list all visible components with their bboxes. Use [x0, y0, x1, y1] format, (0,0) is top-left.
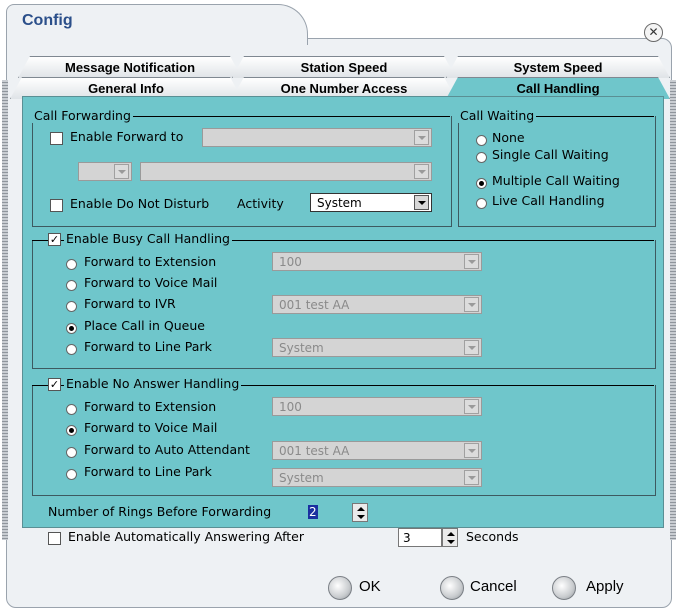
activity-label: Activity — [237, 196, 284, 211]
enable-forward-checkbox[interactable] — [50, 132, 63, 145]
radio-na-voicemail[interactable] — [66, 425, 77, 436]
no-answer-title: Enable No Answer Handling — [64, 376, 242, 391]
cw-live-label: Live Call Handling — [492, 193, 605, 208]
call-waiting-title: Call Waiting — [458, 108, 537, 123]
tab-system-speed[interactable]: System Speed — [446, 56, 670, 78]
cw-none-label: None — [492, 130, 525, 145]
radio-na-linepark[interactable] — [66, 469, 77, 480]
radio-cw-live[interactable] — [476, 198, 487, 209]
dnd-label: Enable Do Not Disturb — [70, 196, 210, 211]
forward-type-select[interactable] — [78, 162, 132, 181]
radio-busy-linepark[interactable] — [66, 344, 77, 355]
cancel-button-icon — [440, 576, 464, 600]
chevron-down-icon — [114, 164, 129, 179]
tab-message-notification[interactable]: Message Notification — [18, 56, 242, 78]
busy-ivr-select[interactable]: 001 test AA — [272, 295, 482, 314]
no-answer-checkbox[interactable]: ✓ — [48, 378, 61, 391]
forward-to-select[interactable] — [202, 128, 432, 147]
left-rail — [2, 80, 8, 540]
radio-na-auto-attendant[interactable] — [66, 447, 77, 458]
ok-button-icon — [328, 576, 352, 600]
chevron-down-icon — [414, 195, 429, 210]
dnd-checkbox[interactable] — [50, 199, 63, 212]
enable-forward-label: Enable Forward to — [70, 129, 184, 144]
call-waiting-group — [458, 116, 656, 227]
chevron-down-icon — [414, 164, 429, 179]
busy-linepark-label: Forward to Line Park — [84, 339, 212, 354]
radio-cw-none[interactable] — [476, 135, 487, 146]
rings-spinner[interactable] — [352, 503, 368, 522]
apply-button-icon — [552, 576, 576, 600]
chevron-down-icon — [464, 340, 479, 355]
na-linepark-select[interactable]: System — [272, 468, 482, 487]
na-extension-select[interactable]: 100 — [272, 397, 482, 416]
na-extension-label: Forward to Extension — [84, 399, 217, 414]
chevron-down-icon — [464, 254, 479, 269]
chevron-down-icon — [464, 297, 479, 312]
chevron-down-icon — [464, 470, 479, 485]
rings-value: 2 — [308, 505, 318, 519]
chevron-down-icon — [464, 399, 479, 414]
cw-single-label: Single Call Waiting — [492, 147, 609, 162]
radio-busy-extension[interactable] — [66, 259, 77, 270]
config-window: Config ✕ Message Notification Station Sp… — [0, 0, 678, 613]
na-auto-attendant-select[interactable]: 001 test AA — [272, 441, 482, 460]
radio-cw-single[interactable] — [476, 152, 487, 163]
close-icon[interactable]: ✕ — [644, 23, 663, 42]
radio-cw-multiple[interactable] — [476, 178, 487, 189]
forward-destination-select[interactable] — [140, 162, 432, 181]
na-voicemail-label: Forward to Voice Mail — [84, 420, 218, 435]
auto-answer-label: Enable Automatically Answering After — [68, 529, 304, 544]
radio-busy-ivr[interactable] — [66, 301, 77, 312]
tab-station-speed[interactable]: Station Speed — [232, 56, 456, 78]
busy-extension-select[interactable]: 100 — [272, 252, 482, 271]
window-title: Config — [22, 12, 73, 29]
busy-ivr-label: Forward to IVR — [84, 296, 176, 311]
rings-value-field[interactable]: 2 — [304, 503, 344, 522]
radio-busy-voicemail[interactable] — [66, 280, 77, 291]
activity-select[interactable]: System — [310, 193, 432, 212]
chevron-down-icon — [414, 130, 429, 145]
radio-busy-queue[interactable] — [66, 323, 77, 334]
auto-answer-spinner[interactable] — [442, 528, 458, 547]
right-rail — [670, 80, 676, 540]
busy-queue-label: Place Call in Queue — [84, 318, 205, 333]
chevron-down-icon — [464, 443, 479, 458]
radio-na-extension[interactable] — [66, 404, 77, 415]
busy-handling-checkbox[interactable]: ✓ — [48, 233, 61, 246]
busy-extension-label: Forward to Extension — [84, 254, 217, 269]
auto-answer-seconds-field[interactable]: 3 — [398, 528, 442, 547]
na-auto-attendant-label: Forward to Auto Attendant — [84, 442, 250, 457]
auto-answer-checkbox[interactable] — [48, 532, 61, 545]
call-forwarding-title: Call Forwarding — [32, 108, 133, 123]
seconds-label: Seconds — [466, 529, 519, 544]
busy-handling-title: Enable Busy Call Handling — [64, 231, 232, 246]
rings-label: Number of Rings Before Forwarding — [48, 504, 272, 519]
cw-multiple-label: Multiple Call Waiting — [492, 173, 620, 188]
busy-voicemail-label: Forward to Voice Mail — [84, 275, 218, 290]
na-linepark-label: Forward to Line Park — [84, 464, 212, 479]
busy-linepark-select[interactable]: System — [272, 338, 482, 357]
